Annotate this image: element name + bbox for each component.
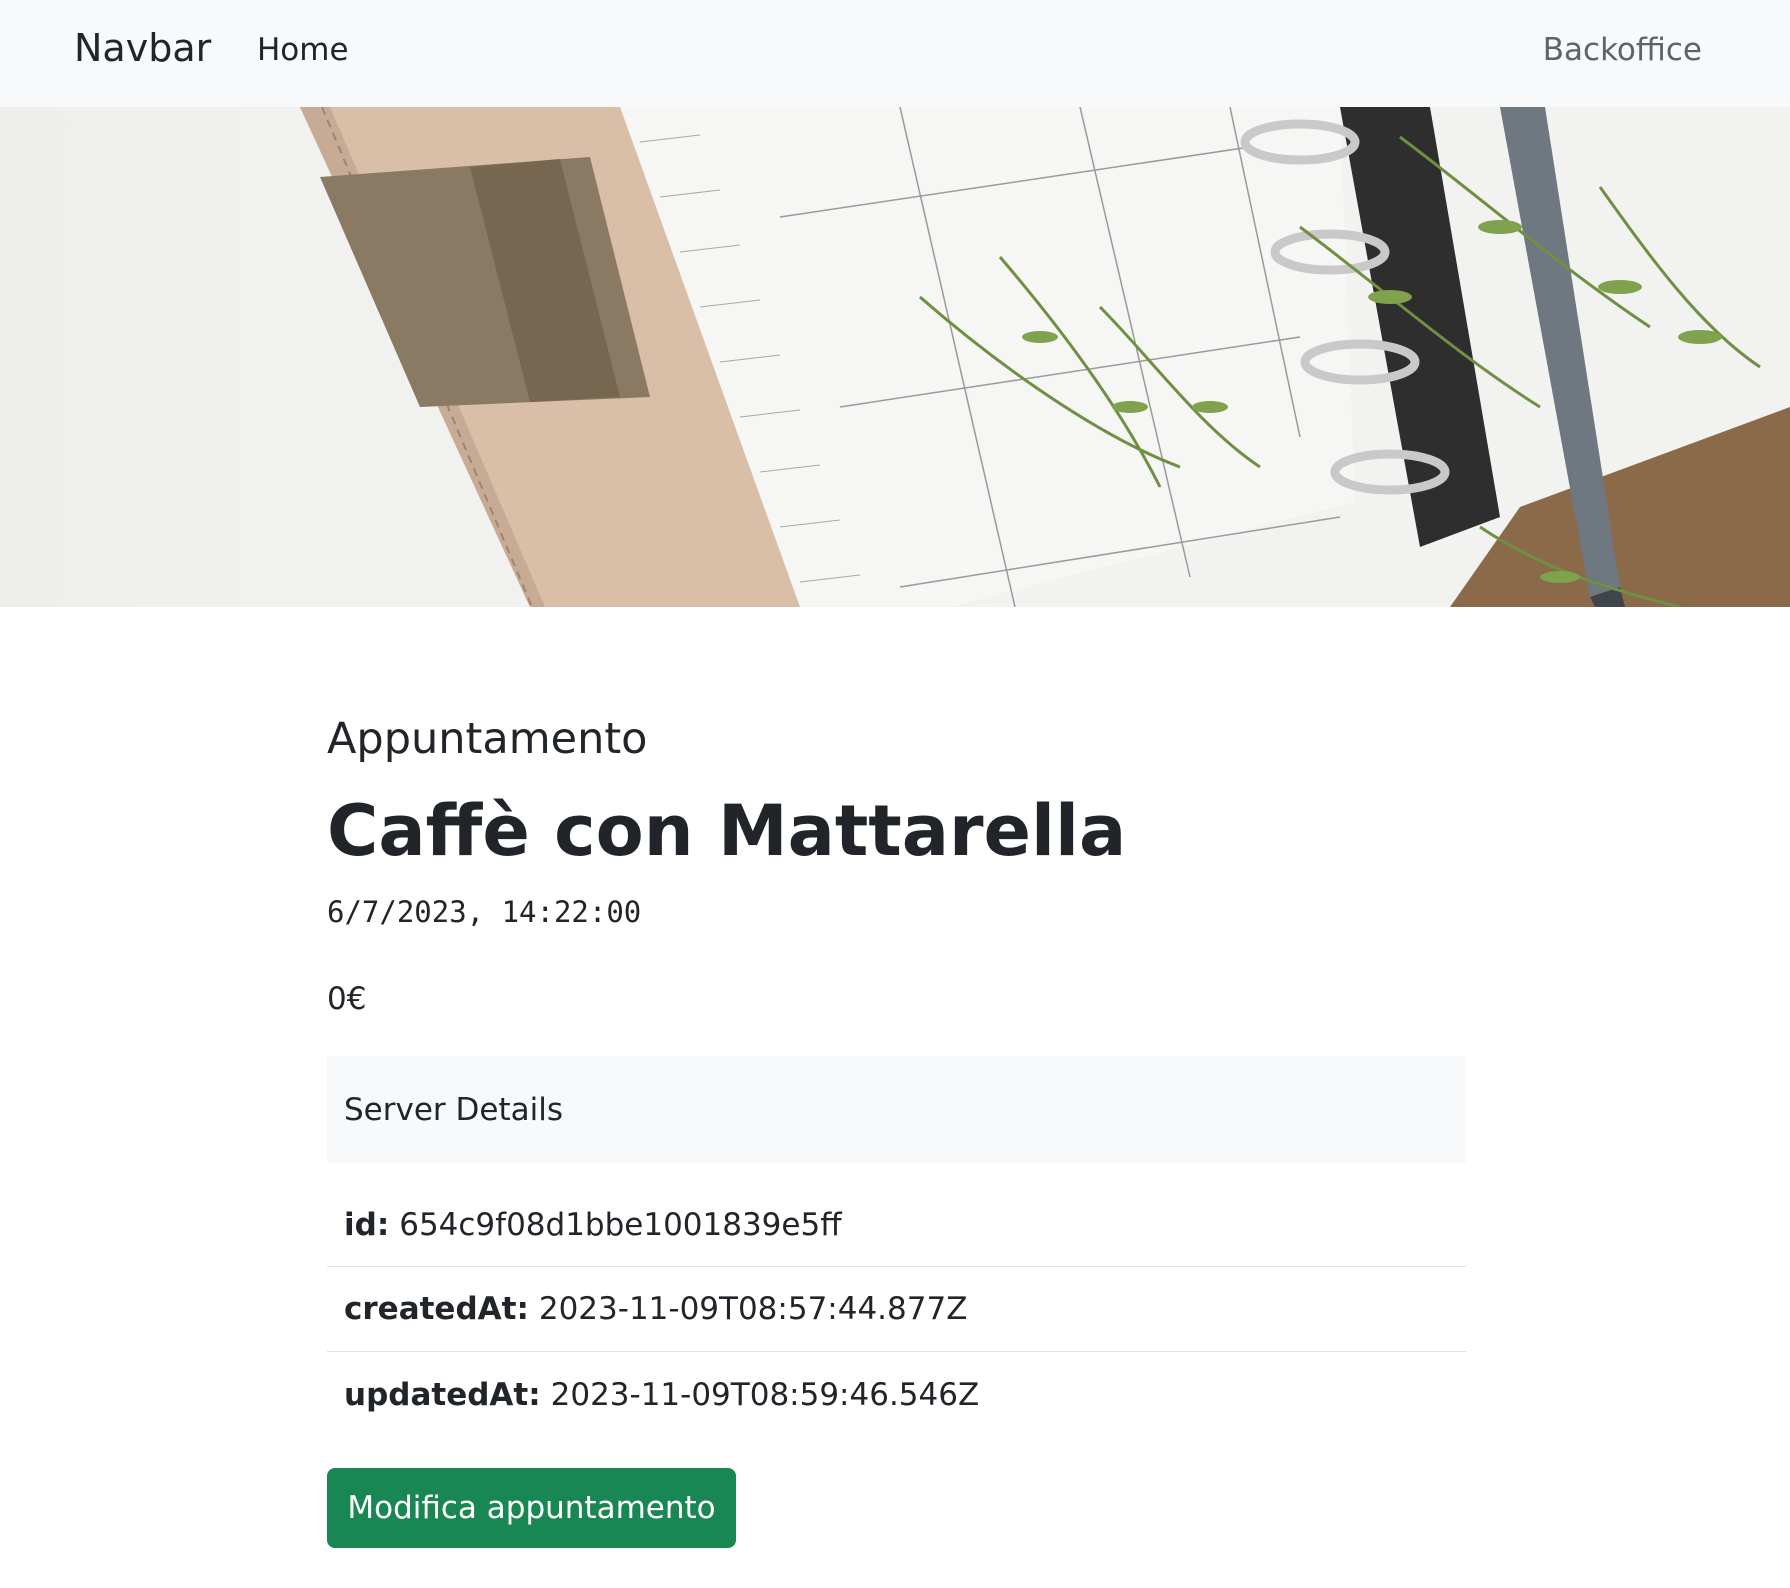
navbar: Navbar Home Backoffice	[0, 0, 1790, 107]
edit-appointment-button[interactable]: Modifica appuntamento	[327, 1468, 736, 1548]
detail-row-updatedat: updatedAt: 2023-11-09T08:59:46.546Z	[327, 1352, 1466, 1437]
detail-row-id: id: 654c9f08d1bbe1001839e5ff	[327, 1163, 1466, 1267]
navbar-brand[interactable]: Navbar	[74, 26, 211, 70]
appointment-title: Caffè con Mattarella	[327, 790, 1127, 872]
server-details-card: Server Details id: 654c9f08d1bbe1001839e…	[327, 1056, 1466, 1437]
detail-key: createdAt:	[344, 1291, 529, 1327]
server-details-header: Server Details	[327, 1056, 1466, 1163]
appointment-price: 0€	[327, 981, 367, 1017]
detail-value: 654c9f08d1bbe1001839e5ff	[399, 1206, 842, 1243]
hero-image	[0, 107, 1790, 607]
detail-key: updatedAt:	[344, 1376, 541, 1413]
detail-row-createdat: createdAt: 2023-11-09T08:57:44.877Z	[327, 1267, 1466, 1352]
planner-illustration	[300, 107, 1790, 607]
nav-link-home[interactable]: Home	[257, 32, 349, 68]
detail-value: 2023-11-09T08:59:46.546Z	[550, 1376, 980, 1413]
detail-value: 2023-11-09T08:57:44.877Z	[538, 1291, 968, 1327]
appointment-datetime: 6/7/2023, 14:22:00	[327, 895, 642, 929]
section-subtitle: Appuntamento	[327, 714, 648, 764]
detail-key: id:	[344, 1206, 390, 1243]
nav-link-backoffice[interactable]: Backoffice	[1543, 32, 1702, 68]
